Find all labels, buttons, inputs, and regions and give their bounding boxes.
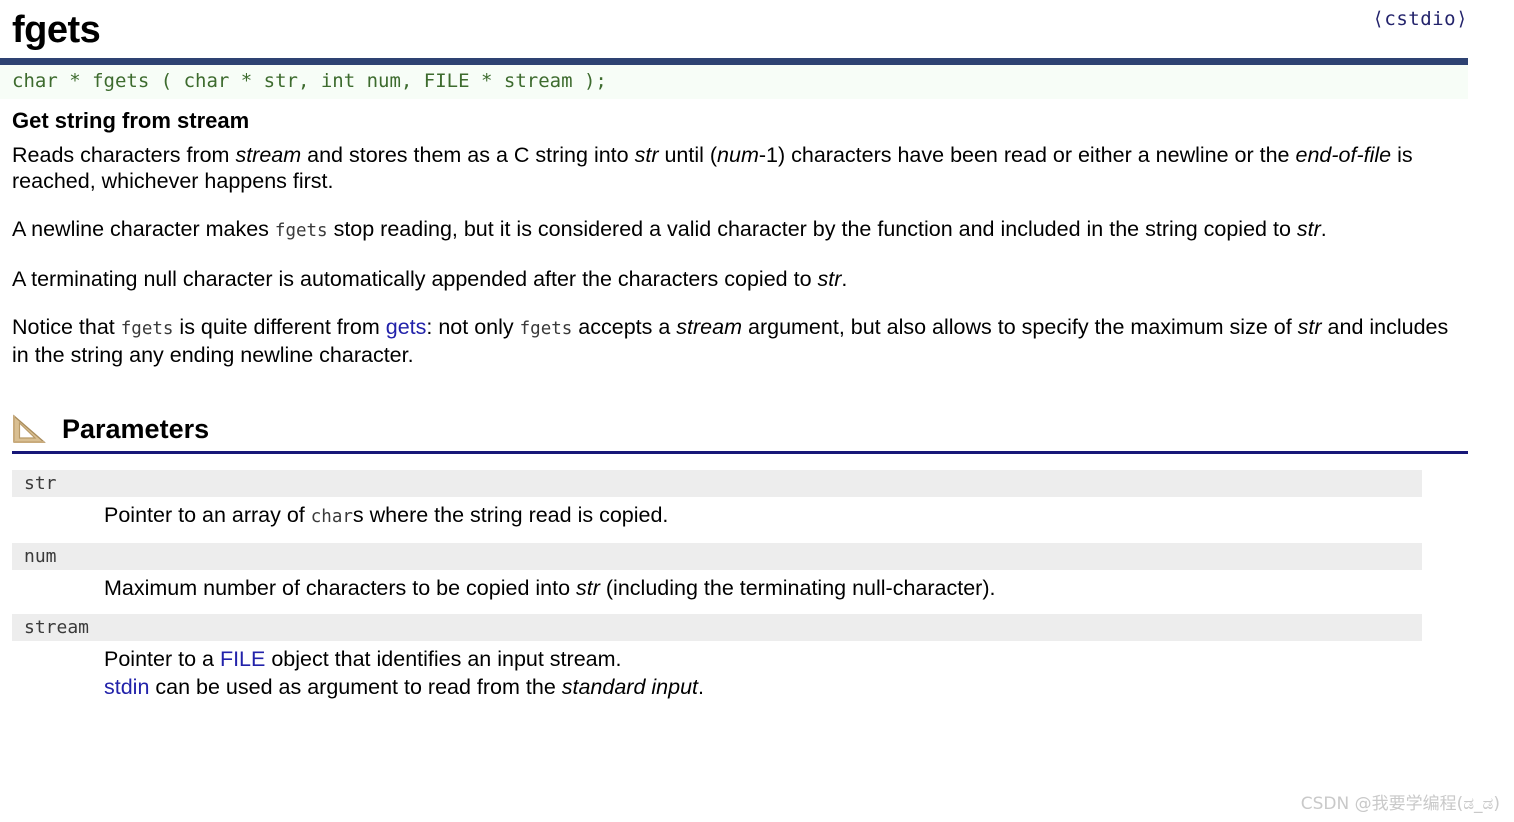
parameter-name: stream	[12, 614, 1422, 641]
text-fragment: : not only	[426, 315, 520, 339]
emphasis-standard-input: standard input	[561, 675, 699, 699]
reference-page: fgets ⟨cstdio⟩ char * fgets ( char * str…	[0, 0, 1514, 822]
text-fragment: s where the string read is copied.	[352, 503, 669, 527]
parameter-entry: stream Pointer to a FILE object that ide…	[12, 614, 1422, 713]
emphasis-str: str	[576, 576, 600, 600]
parameter-description: Maximum number of characters to be copie…	[12, 570, 1422, 614]
description-paragraph-2: A newline character makes fgets stop rea…	[12, 216, 1468, 244]
description-paragraph-1: Reads characters from stream and stores …	[12, 142, 1468, 194]
page-header: fgets ⟨cstdio⟩	[0, 0, 1514, 58]
link-file[interactable]: FILE	[220, 647, 265, 671]
emphasis-str: str	[634, 143, 659, 167]
text-fragment: can be used as argument to read from the	[149, 675, 562, 699]
parameters-section: Parameters str Pointer to an array of ch…	[12, 414, 1468, 713]
text-fragment: A terminating null character is automati…	[12, 267, 818, 291]
emphasis-stream: stream	[235, 143, 302, 167]
text-fragment: Maximum number of characters to be copie…	[104, 576, 577, 600]
text-fragment: Pointer to an array of	[104, 503, 311, 527]
include-header-label: ⟨cstdio⟩	[1372, 8, 1468, 30]
link-gets[interactable]: gets	[386, 315, 427, 339]
parameter-entry: str Pointer to an array of chars where t…	[12, 470, 1422, 543]
text-fragment: and stores them as a C string into	[301, 143, 635, 167]
text-fragment: Notice that	[12, 315, 121, 339]
parameter-description: Pointer to an array of chars where the s…	[12, 497, 1422, 543]
link-stdin[interactable]: stdin	[104, 675, 149, 699]
text-fragment: accepts a	[572, 315, 677, 339]
text-fragment: argument, but also allows to specify the…	[742, 315, 1298, 339]
text-fragment: -1) characters have been read or either …	[758, 143, 1296, 167]
parameter-name: str	[12, 470, 1422, 497]
text-fragment: (including the terminating null-characte…	[599, 576, 996, 600]
parameter-description-line: Pointer to a FILE object that identifies…	[104, 645, 1422, 673]
text-fragment: .	[698, 675, 704, 699]
page-title: fgets	[12, 9, 101, 51]
emphasis-end-of-file: end-of-file	[1295, 143, 1392, 167]
section-divider-rule	[12, 451, 1468, 454]
parameter-description-line: stdin can be used as argument to read fr…	[104, 673, 1422, 701]
text-fragment: until (	[658, 143, 718, 167]
inline-code-fgets: fgets	[274, 221, 328, 241]
text-fragment: Reads characters from	[12, 143, 236, 167]
inline-code-fgets: fgets	[519, 319, 573, 339]
text-fragment: is quite different from	[173, 315, 386, 339]
text-fragment: A newline character makes	[12, 217, 275, 241]
text-fragment: stop reading, but it is considered a val…	[327, 217, 1297, 241]
section-header: Parameters	[12, 414, 1468, 446]
set-square-ruler-icon	[13, 414, 46, 443]
emphasis-str: str	[1296, 217, 1321, 241]
text-fragment: .	[1320, 217, 1327, 241]
emphasis-str: str	[817, 267, 842, 291]
emphasis-str: str	[1297, 315, 1322, 339]
text-fragment: object that identifies an input stream.	[265, 647, 622, 671]
header-divider-rule	[0, 58, 1468, 65]
description-paragraph-3: A terminating null character is automati…	[12, 266, 1468, 292]
text-fragment: Pointer to a	[104, 647, 220, 671]
inline-code-fgets: fgets	[120, 319, 174, 339]
parameter-entry: num Maximum number of characters to be c…	[12, 543, 1422, 614]
parameters-list: str Pointer to an array of chars where t…	[12, 470, 1422, 713]
prototype-block: char * fgets ( char * str, int num, FILE…	[0, 58, 1468, 99]
function-subtitle: Get string from stream	[12, 108, 250, 133]
parameter-name: num	[12, 543, 1422, 570]
description-paragraph-4: Notice that fgets is quite different fro…	[12, 314, 1468, 368]
section-title: Parameters	[62, 414, 210, 444]
emphasis-stream: stream	[676, 315, 743, 339]
function-prototype: char * fgets ( char * str, int num, FILE…	[0, 65, 1468, 99]
emphasis-num: num	[717, 143, 759, 167]
inline-code-char: char	[310, 507, 353, 527]
csdn-watermark: CSDN @我要学编程(ಡ_ಡ)	[1300, 794, 1500, 814]
description-section: Get string from stream Reads characters …	[0, 106, 1514, 368]
text-fragment: .	[841, 267, 848, 291]
parameter-description: Pointer to a FILE object that identifies…	[12, 641, 1422, 713]
